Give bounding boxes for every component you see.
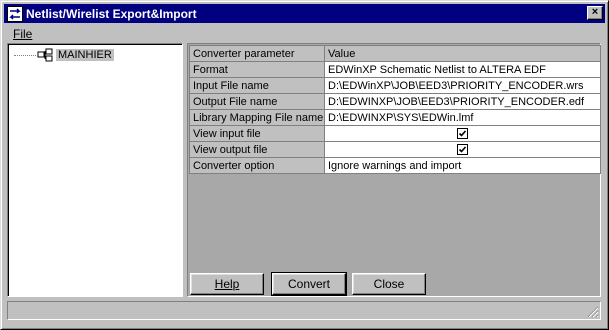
parameters-panel: Converter parameter Value Format EDWinXP…	[187, 43, 601, 297]
param-view-output: View output file	[189, 141, 325, 158]
value-library-mapping[interactable]: D:\EDWINXP\SYS\EDWin.lmf	[324, 109, 601, 126]
title-bar[interactable]: Netlist/Wirelist Export&Import ×	[4, 4, 605, 23]
table-row: View input file	[189, 125, 601, 142]
resize-grip-icon[interactable]	[587, 306, 599, 318]
param-output-file: Output File name	[189, 93, 325, 110]
help-button[interactable]: Help	[190, 273, 264, 295]
close-button[interactable]: Close	[352, 273, 426, 295]
table-row: View output file	[189, 141, 601, 158]
menu-file[interactable]: File	[5, 27, 40, 41]
hierarchy-tree[interactable]: MAINHIER	[7, 43, 183, 297]
converter-parameter-grid: Converter parameter Value Format EDWinXP…	[189, 45, 601, 174]
close-window-button[interactable]: ×	[587, 6, 603, 20]
value-converter-option[interactable]: Ignore warnings and import	[324, 157, 601, 174]
table-row: Output File name D:\EDWINXP\JOB\EED3\PRI…	[189, 93, 601, 110]
view-output-checkbox[interactable]	[457, 144, 468, 156]
grid-header-row: Converter parameter Value	[189, 45, 601, 62]
view-input-checkbox[interactable]	[457, 128, 468, 140]
value-output-file[interactable]: D:\EDWINXP\JOB\EED3\PRIORITY_ENCODER.edf	[324, 93, 601, 110]
menu-bar: File	[5, 25, 40, 43]
value-format[interactable]: EDWinXP Schematic Netlist to ALTERA EDF	[324, 61, 601, 78]
param-library-mapping: Library Mapping File name	[189, 109, 325, 126]
status-bar	[7, 301, 601, 320]
hierarchy-icon	[37, 48, 53, 62]
table-row: Format EDWinXP Schematic Netlist to ALTE…	[189, 61, 601, 78]
help-button-label: Help	[214, 277, 240, 291]
param-converter-option: Converter option	[189, 157, 325, 174]
table-row: Converter option Ignore warnings and imp…	[189, 157, 601, 174]
convert-button-label: Convert	[287, 277, 331, 291]
value-view-input[interactable]	[324, 125, 601, 142]
param-input-file: Input File name	[189, 77, 325, 94]
header-value[interactable]: Value	[324, 45, 601, 62]
tree-node-mainhier[interactable]: MAINHIER	[14, 48, 114, 62]
param-view-input: View input file	[189, 125, 325, 142]
app-icon	[7, 5, 23, 22]
table-row: Input File name D:\EDWinXP\JOB\EED3\PRIO…	[189, 77, 601, 94]
table-row: Library Mapping File name D:\EDWINXP\SYS…	[189, 109, 601, 126]
header-converter-parameter[interactable]: Converter parameter	[189, 45, 325, 62]
menu-file-label: File	[13, 27, 33, 41]
close-button-label: Close	[373, 277, 405, 291]
tree-connector	[14, 54, 36, 56]
value-view-output[interactable]	[324, 141, 601, 158]
tree-node-label: MAINHIER	[56, 49, 114, 61]
export-import-window: Netlist/Wirelist Export&Import × File MA…	[0, 0, 609, 330]
convert-button[interactable]: Convert	[271, 272, 347, 296]
param-format: Format	[189, 61, 325, 78]
window-title: Netlist/Wirelist Export&Import	[26, 6, 197, 21]
value-input-file[interactable]: D:\EDWinXP\JOB\EED3\PRIORITY_ENCODER.wrs	[324, 77, 601, 94]
